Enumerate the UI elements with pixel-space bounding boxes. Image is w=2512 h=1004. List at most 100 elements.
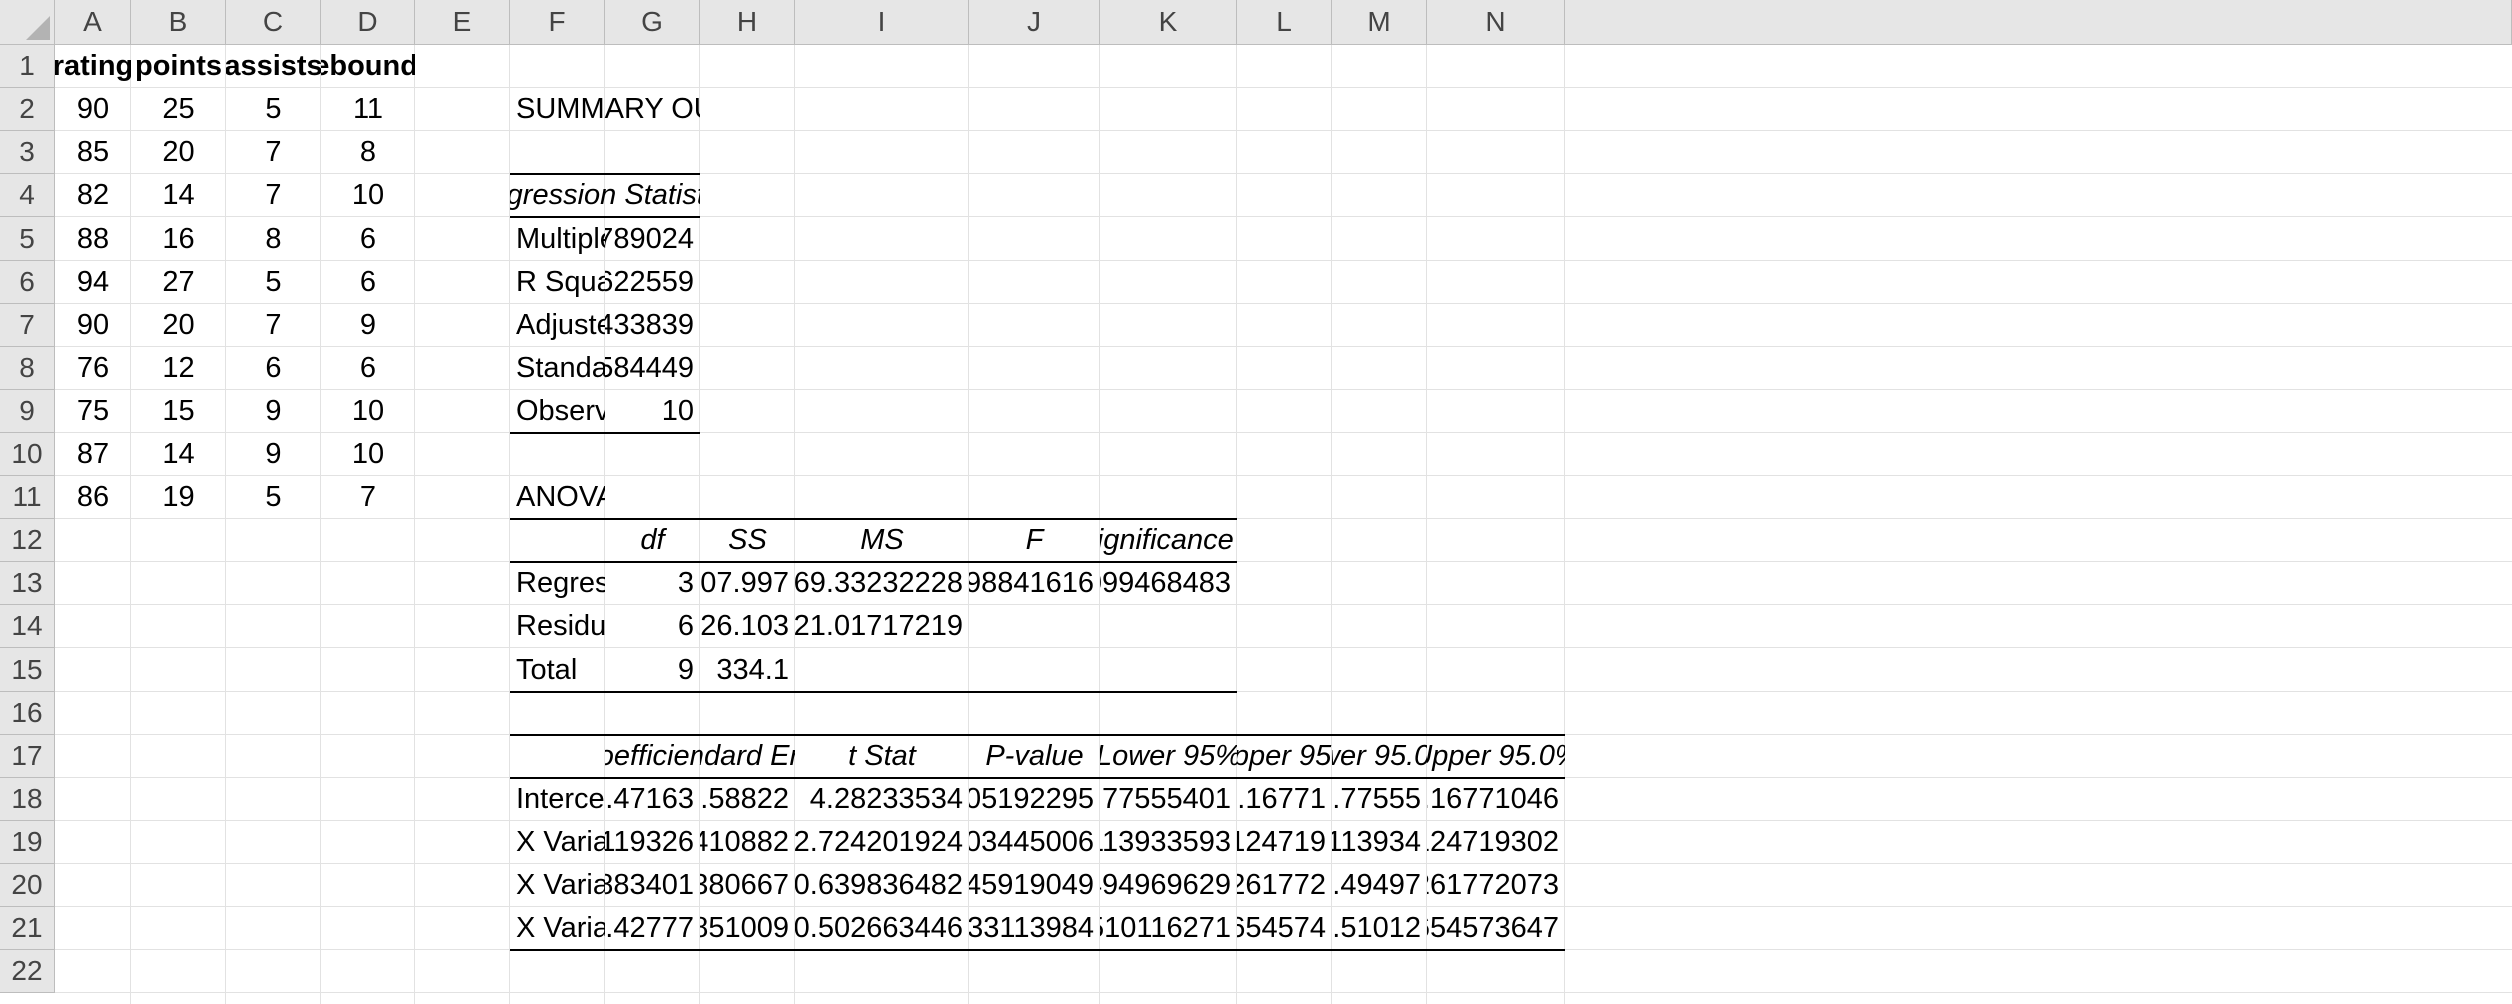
summary-title[interactable]: SUMMARY OUTPUT	[510, 88, 700, 131]
coef-upper[interactable]: 1.654574	[1237, 907, 1332, 950]
data-cell[interactable]: 9	[226, 390, 321, 433]
data-cell[interactable]: 10	[321, 433, 415, 476]
column-header-e[interactable]: E	[415, 0, 510, 45]
coef-header-se[interactable]: andard Errc	[700, 735, 795, 778]
data-cell[interactable]: 11	[321, 88, 415, 131]
anova-ms[interactable]	[795, 648, 969, 692]
header-points[interactable]: points	[131, 45, 226, 88]
data-cell[interactable]: 9	[321, 304, 415, 347]
data-cell[interactable]: 14	[131, 433, 226, 476]
row-header-17[interactable]: 17	[0, 735, 55, 778]
anova-ms[interactable]: 69.33232228	[795, 562, 969, 605]
spreadsheet-grid[interactable]: ABCDEFGHIJKLMN 1 2 3 4 5 6 7 8 9 10 11 12 13 14 15 16 17…	[0, 0, 2512, 1004]
header-assists[interactable]: assists	[226, 45, 321, 88]
coef-upper2[interactable]: 1.654573647	[1427, 907, 1565, 950]
column-header-d[interactable]: D	[321, 0, 415, 45]
column-header-m[interactable]: M	[1332, 0, 1427, 45]
coef-upper[interactable]: 2.124719	[1237, 821, 1332, 864]
coef-lower2[interactable]: -2.51012	[1332, 907, 1427, 950]
row-header-1[interactable]: 1	[0, 45, 55, 88]
coef-lower[interactable]: 26.77555401	[1100, 778, 1237, 821]
coef-p[interactable]: 0.633113984	[969, 907, 1100, 950]
stat-value[interactable]: 0.433839	[605, 304, 700, 347]
data-cell[interactable]: 90	[55, 88, 131, 131]
coef-coef[interactable]: -0.42777	[605, 907, 700, 950]
stat-label[interactable]: Adjusted R	[510, 304, 605, 347]
data-cell[interactable]: 82	[55, 174, 131, 217]
coef-se[interactable]: 1.380667	[700, 864, 795, 907]
coef-t[interactable]: -0.502663446	[795, 907, 969, 950]
data-cell[interactable]: 14	[131, 174, 226, 217]
column-header-i[interactable]: I	[795, 0, 969, 45]
coef-lower2[interactable]: 26.77555	[1332, 778, 1427, 821]
data-cell[interactable]: 86	[55, 476, 131, 519]
row-header-18[interactable]: 18	[0, 778, 55, 821]
coef-upper2[interactable]: 2.124719302	[1427, 821, 1565, 864]
coef-lower[interactable]: -2.494969629	[1100, 864, 1237, 907]
data-cell[interactable]: 20	[131, 131, 226, 174]
stat-label[interactable]: Observatio	[510, 390, 605, 433]
data-cell[interactable]: 12	[131, 347, 226, 390]
row-header-19[interactable]: 19	[0, 821, 55, 864]
data-cell[interactable]: 5	[226, 88, 321, 131]
data-cell[interactable]: 75	[55, 390, 131, 433]
anova-significance[interactable]	[1100, 648, 1237, 692]
coef-header-p[interactable]: P-value	[969, 735, 1100, 778]
coef-se[interactable]: 14.58822	[700, 778, 795, 821]
coef-p[interactable]: 0.03445006	[969, 821, 1100, 864]
coef-coef[interactable]: 1.119326	[605, 821, 700, 864]
anova-header-df[interactable]: df	[605, 519, 700, 562]
row-header-22[interactable]: 22	[0, 950, 55, 993]
coef-row-label[interactable]: Intercept	[510, 778, 605, 821]
column-header-a[interactable]: A	[55, 0, 131, 45]
stat-label[interactable]: Multiple R	[510, 217, 605, 261]
select-all-corner[interactable]	[0, 0, 55, 45]
data-cell[interactable]: 90	[55, 304, 131, 347]
anova-f[interactable]	[969, 605, 1100, 648]
anova-header-ss[interactable]: SS	[700, 519, 795, 562]
row-header-11[interactable]: 11	[0, 476, 55, 519]
coef-upper[interactable]: 98.16771	[1237, 778, 1332, 821]
data-cell[interactable]: 7	[226, 131, 321, 174]
header-rating[interactable]: rating	[55, 45, 131, 88]
coef-t[interactable]: 4.28233534	[795, 778, 969, 821]
coef-p[interactable]: 0.005192295	[969, 778, 1100, 821]
data-cell[interactable]: 19	[131, 476, 226, 519]
row-header-15[interactable]: 15	[0, 648, 55, 692]
data-cell[interactable]: 16	[131, 217, 226, 261]
row-header-21[interactable]: 21	[0, 907, 55, 950]
column-header-f[interactable]: F	[510, 0, 605, 45]
coef-t[interactable]: 2.724201924	[795, 821, 969, 864]
anova-row-label[interactable]: Regression	[510, 562, 605, 605]
coef-upper2[interactable]: 4.261772073	[1427, 864, 1565, 907]
data-cell[interactable]: 7	[226, 304, 321, 347]
row-header-14[interactable]: 14	[0, 605, 55, 648]
anova-df[interactable]: 9	[605, 648, 700, 692]
coef-coef[interactable]: 0.883401	[605, 864, 700, 907]
coef-coef[interactable]: 62.47163	[605, 778, 700, 821]
data-cell[interactable]: 5	[226, 261, 321, 304]
anova-significance[interactable]: 0.099468483	[1100, 562, 1237, 605]
anova-significance[interactable]	[1100, 605, 1237, 648]
row-header-12[interactable]: 12	[0, 519, 55, 562]
coef-row-label[interactable]: X Variable	[510, 907, 605, 950]
data-cell[interactable]: 7	[321, 476, 415, 519]
data-cell[interactable]: 76	[55, 347, 131, 390]
coef-header-lower2[interactable]: ower 95.0%	[1332, 735, 1427, 778]
anova-f[interactable]	[969, 648, 1100, 692]
data-cell[interactable]: 5	[226, 476, 321, 519]
anova-header-f[interactable]: F	[969, 519, 1100, 562]
column-header-j[interactable]: J	[969, 0, 1100, 45]
header-rebounds[interactable]: rebounds	[321, 45, 415, 88]
row-header-5[interactable]: 5	[0, 217, 55, 261]
data-cell[interactable]: 20	[131, 304, 226, 347]
row-header-6[interactable]: 6	[0, 261, 55, 304]
coef-lower[interactable]: 0.113933593	[1100, 821, 1237, 864]
anova-f[interactable]: 3.298841616	[969, 562, 1100, 605]
data-cell[interactable]: 27	[131, 261, 226, 304]
data-cell[interactable]: 7	[226, 174, 321, 217]
coef-row-label[interactable]: X Variable	[510, 821, 605, 864]
column-header-c[interactable]: C	[226, 0, 321, 45]
data-cell[interactable]: 10	[321, 390, 415, 433]
row-header-13[interactable]: 13	[0, 562, 55, 605]
